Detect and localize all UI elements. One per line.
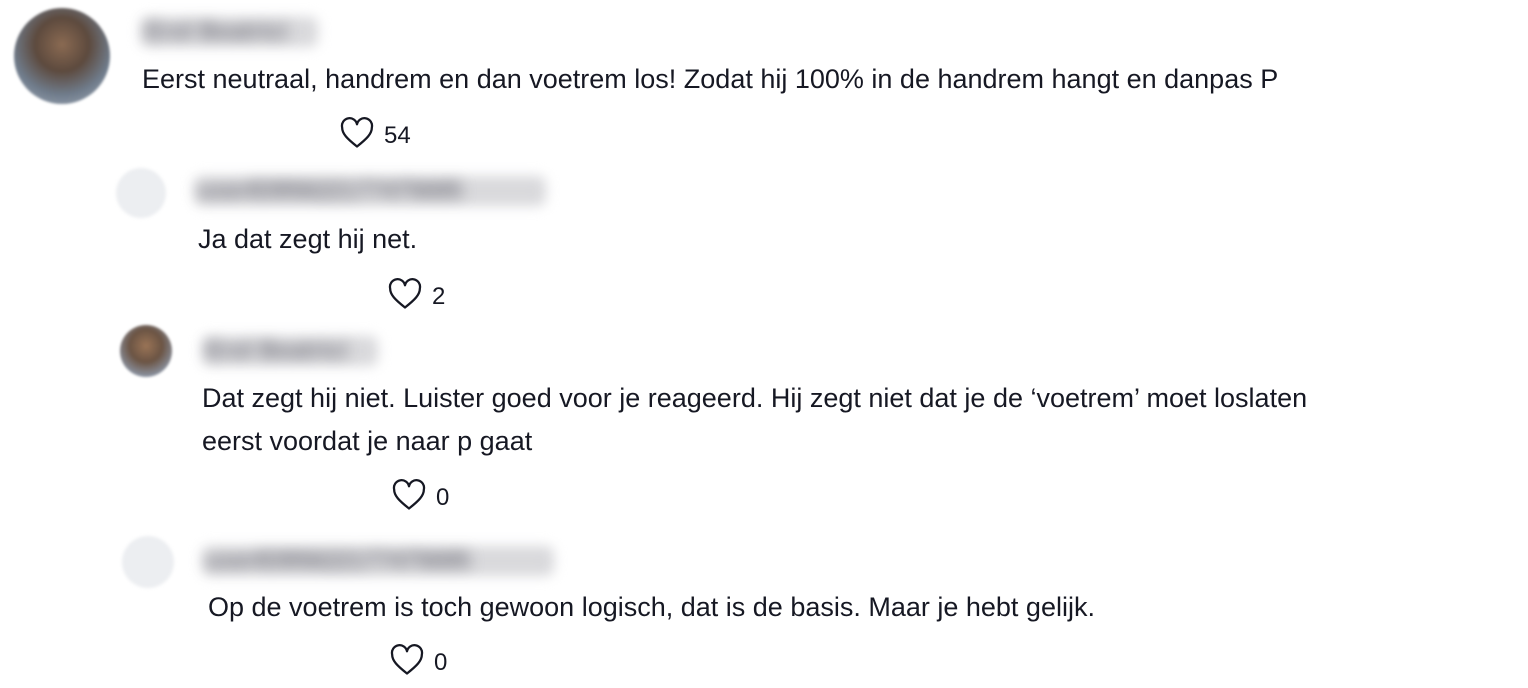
like-button[interactable]: 2 bbox=[388, 278, 445, 315]
like-count: 2 bbox=[432, 282, 446, 310]
username[interactable]: Erol Beatrici bbox=[206, 334, 347, 368]
username[interactable]: Erol Beatrici bbox=[146, 15, 287, 49]
avatar[interactable] bbox=[116, 168, 166, 218]
reply-item: user8395622177475685 Op de voetrem is to… bbox=[0, 530, 1528, 688]
comment-text: Eerst neutraal, handrem en dan voetrem l… bbox=[142, 64, 1279, 94]
reply-item: user8395622177475685 Ja dat zegt hij net… bbox=[0, 160, 1528, 320]
reply-item: Erol Beatrici Dat zegt hij niet. Luister… bbox=[0, 318, 1528, 528]
heart-outline-icon bbox=[388, 278, 422, 315]
like-button[interactable]: 0 bbox=[392, 479, 449, 516]
comment-text-line2: eerst voordat je naar p gaat bbox=[202, 426, 533, 456]
heart-outline-icon bbox=[392, 479, 426, 516]
username[interactable]: user8395622177475685 bbox=[206, 544, 470, 578]
avatar[interactable] bbox=[122, 536, 174, 588]
like-count: 0 bbox=[436, 483, 450, 511]
like-button[interactable]: 54 bbox=[340, 117, 411, 154]
comment-item: Erol Beatrici Eerst neutraal, handrem en… bbox=[0, 0, 1528, 160]
username[interactable]: user8395622177475685 bbox=[198, 174, 462, 208]
like-count: 0 bbox=[434, 648, 448, 676]
avatar[interactable] bbox=[120, 325, 172, 377]
comment-text: Ja dat zegt hij net. bbox=[198, 224, 418, 254]
avatar[interactable] bbox=[14, 8, 110, 104]
heart-outline-icon bbox=[390, 644, 424, 681]
comment-text: Op de voetrem is toch gewoon logisch, da… bbox=[208, 592, 1095, 622]
comment-text-line1: Dat zegt hij niet. Luister goed voor je … bbox=[202, 383, 1308, 413]
like-button[interactable]: 0 bbox=[390, 644, 447, 681]
heart-outline-icon bbox=[340, 117, 374, 154]
like-count: 54 bbox=[384, 121, 411, 149]
